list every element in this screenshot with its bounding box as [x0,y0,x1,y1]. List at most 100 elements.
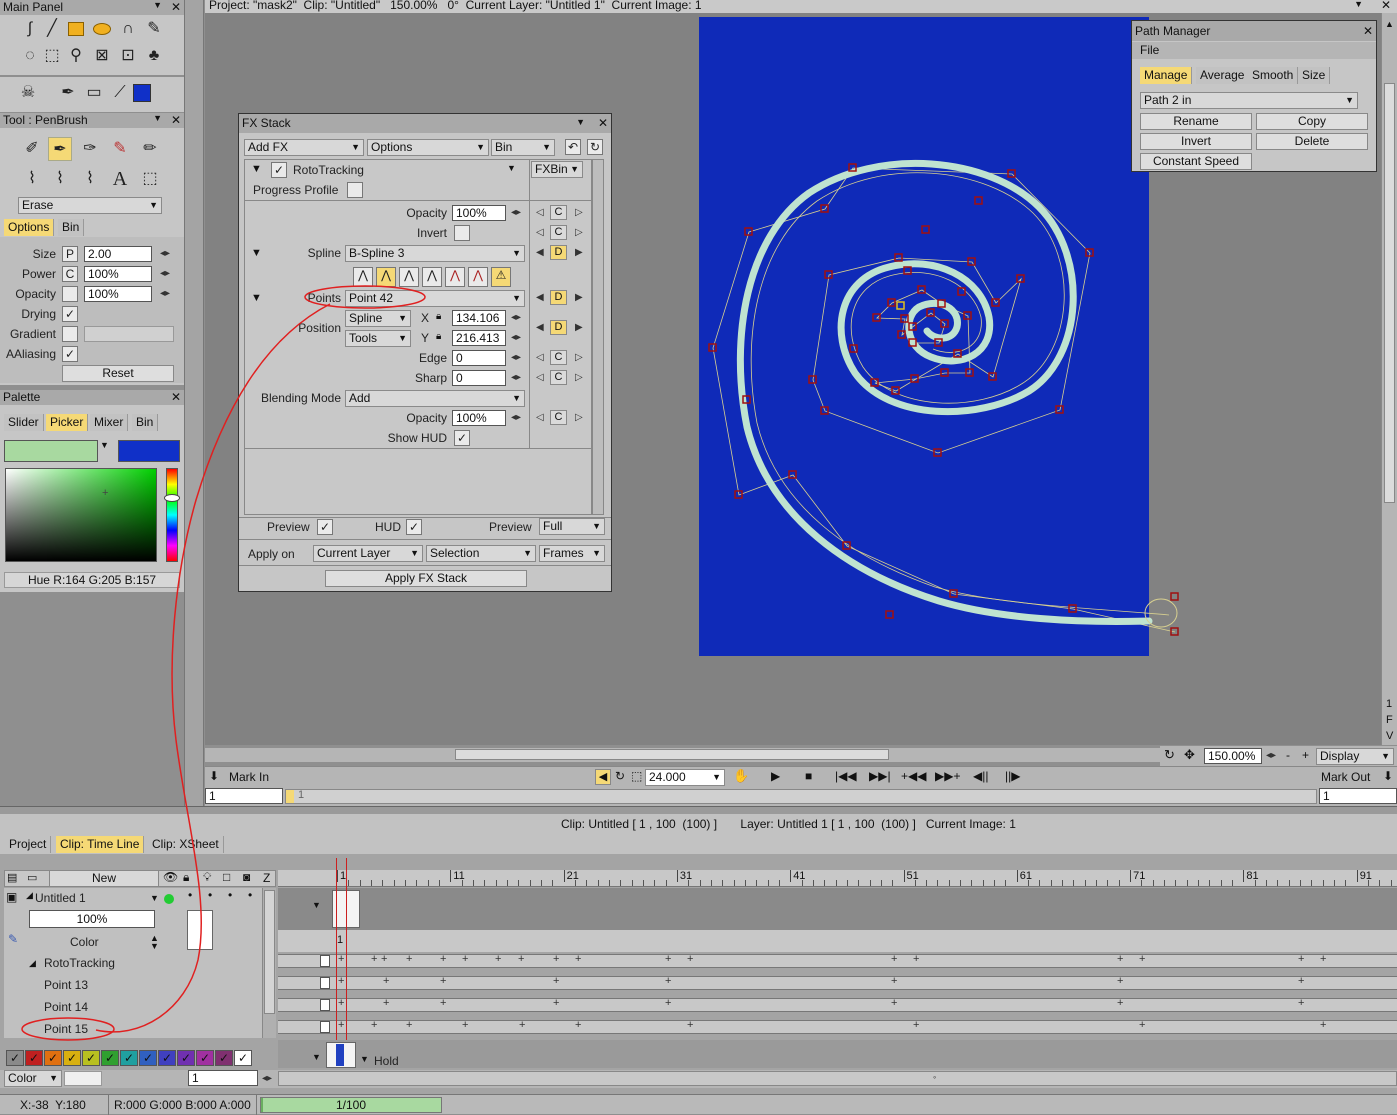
keyframe-marker[interactable]: + [575,1018,581,1032]
spline-select[interactable]: B-Spline 3 [345,245,525,262]
keyframe-marker[interactable]: + [891,974,897,988]
power-input[interactable]: 100% [84,266,152,282]
warp-tool-icon[interactable]: ⊡ [116,44,140,68]
stop-icon[interactable]: ■ [805,769,812,783]
points-collapse-icon[interactable]: ▼ [251,292,262,304]
hue-slider[interactable] [166,468,178,562]
color-picker-field[interactable] [5,468,157,562]
keyframe-marker[interactable]: + [1117,974,1123,988]
spline-collapse-icon[interactable]: ▼ [251,247,262,259]
scroll-up-icon[interactable]: ▲ [1385,19,1394,29]
skull-icon[interactable]: ☠ [16,81,40,105]
file-menu[interactable]: File [1140,43,1159,57]
panel-splitter[interactable] [184,0,204,806]
next-key-icon[interactable]: ▶ [575,320,583,335]
fxbin-select[interactable]: FXBin [531,161,583,178]
keyframe-track[interactable]: + + + + + + + + [278,996,1397,1012]
bin-select[interactable]: Bin [491,139,555,156]
opacity-spinner-icon[interactable]: ◂▸ [160,286,170,301]
y-input[interactable]: 216.413 [452,330,506,346]
main-panel-menu-icon[interactable]: ▼ [153,0,162,10]
frame-tool-icon[interactable]: ⬚ [138,167,162,191]
zoom-in-icon[interactable]: + [1302,748,1309,762]
add-fx-select[interactable]: Add FX [244,139,364,156]
keyframe-marker[interactable]: + [381,952,387,966]
playhead[interactable] [336,858,337,1068]
keyframe-marker[interactable]: + [440,974,446,988]
x-input[interactable]: 134.106 [452,310,506,326]
image-track[interactable]: 1 [278,930,1397,952]
keyframe-marker[interactable]: + [1298,952,1304,966]
size-spinner-icon[interactable]: ◂▸ [160,246,170,261]
zoom-spinner-icon[interactable]: ◂▸ [1266,748,1276,763]
tab-options[interactable]: Options [4,219,55,236]
brush-preset-icon[interactable]: ⌇ [20,167,44,191]
keyframe-marker[interactable]: + [406,1018,412,1032]
color-spinner-icon[interactable]: ▲ ▼ [150,934,159,951]
pipette-icon[interactable]: ⟋ [108,81,132,105]
preview-quality-select[interactable]: Full [539,518,605,535]
tab-size[interactable]: Size [1298,67,1331,84]
layer-opacity-input[interactable]: 100% [29,910,155,928]
keyframe-marker[interactable]: + [575,952,581,966]
rect-tool-icon[interactable] [64,17,88,41]
keyframe-track[interactable]: + + + + + + + + [278,974,1397,990]
new-layer-button[interactable]: New [49,871,159,886]
invert-button[interactable]: Invert [1140,133,1252,150]
tab-mixer[interactable]: Mixer [90,414,129,431]
next-key-icon[interactable]: ▷ [575,225,583,240]
track-enable-box[interactable] [320,1021,330,1033]
keyframe-marker[interactable]: + [665,952,671,966]
keyframe-marker[interactable]: + [1298,974,1304,988]
opacity-input[interactable]: 100% [84,286,152,302]
keyframe-track[interactable]: + + + + + + + + + + [278,1018,1397,1034]
keyframe-marker[interactable]: + [440,996,446,1010]
keyframe-marker[interactable]: + [1298,996,1304,1010]
frame-ruler[interactable]: 1 11 21 31 41 51 61 71 81 91 [278,870,1397,887]
layer-row[interactable]: ▣ ◢ Untitled 1 ▼ • • • • 100% ✎ Color ▲ ▼… [4,888,262,1038]
key-c-button[interactable]: C [550,350,567,365]
display-select[interactable]: Display [1316,748,1394,765]
secondary-color-swatch[interactable] [118,440,180,462]
center-icon[interactable]: ✥ [1184,747,1195,763]
keyframe-marker[interactable]: + [913,1018,919,1032]
audio-toggle-icon[interactable]: ◀ [595,769,611,785]
key-d-button[interactable]: D [550,290,567,305]
keyframe-marker[interactable]: + [338,974,344,988]
frame-select-icon[interactable]: ⬚ [631,769,642,783]
keyframe-marker[interactable]: + [1320,952,1326,966]
keyframe-marker[interactable]: + [687,1018,693,1032]
curve-point-tool-icon[interactable]: ⋀ [468,267,488,287]
collapse-icon[interactable]: ▼ [251,163,262,175]
tab-smooth[interactable]: Smooth [1248,67,1299,84]
sharp-input[interactable]: 0 [452,370,506,386]
zoom-out-icon[interactable]: - [1286,748,1290,762]
prev-key-icon[interactable]: ◀ [536,290,544,305]
brush-preset-icon[interactable]: ✏ [138,137,162,161]
keyframe-marker[interactable]: + [462,952,468,966]
end-frame-input[interactable]: 1 [1319,788,1397,804]
zoom-input[interactable]: 150.00% [1204,748,1262,764]
keyframe-marker[interactable]: + [1117,952,1123,966]
drying-checkbox[interactable]: ✓ [62,306,78,322]
bezier-tool-icon[interactable]: ∩ [116,17,140,41]
tab-clip-timeline[interactable]: Clip: Time Line [56,836,145,853]
keyframe-marker[interactable]: + [440,952,446,966]
close-icon[interactable]: ✕ [171,113,181,127]
color-label-swatch[interactable]: ✓ [196,1050,214,1066]
viewer-menu-icon[interactable]: ▼ [1354,0,1363,9]
viewer-hscroll[interactable] [205,748,1205,762]
hold-menu-icon[interactable]: ▼ [360,1054,369,1064]
sharp-spinner-icon[interactable]: ◂▸ [511,370,521,385]
size-input[interactable]: 2.00 [84,246,152,262]
mark-out-arrow-icon[interactable]: ⬇ [1383,769,1393,783]
brush-mode-select[interactable]: Erase [18,197,162,214]
opacity2-spinner-icon[interactable]: ◂▸ [511,410,521,425]
add-point-tool-icon[interactable]: ⋀ [376,267,396,287]
puppet-tool-icon[interactable]: ♣ [142,44,166,68]
track-collapse-icon[interactable]: ▼ [312,900,321,910]
keyframe-marker[interactable]: + [495,952,501,966]
layer-list-scrollbar[interactable] [262,888,276,1038]
tab-project[interactable]: Project [5,836,52,853]
prev-key-icon[interactable]: ◁ [536,410,544,425]
